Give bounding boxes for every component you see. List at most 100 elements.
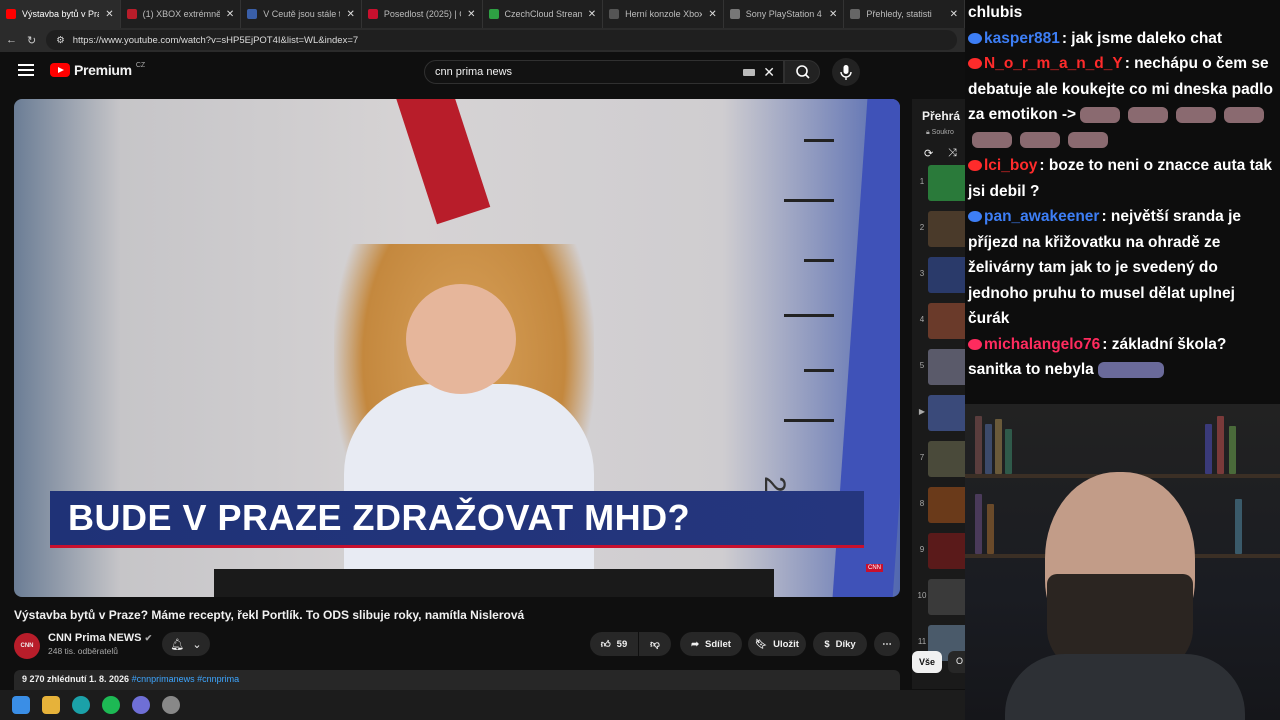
search-input[interactable]: cnn prima news ✕ xyxy=(424,60,784,84)
gauge-tick xyxy=(804,139,834,142)
site-info-icon[interactable]: ⚙ xyxy=(56,35,65,46)
file-explorer-icon[interactable] xyxy=(42,696,60,714)
youtube-logo[interactable]: Premium CZ xyxy=(50,62,145,78)
playlist-item[interactable]: 1 xyxy=(912,163,965,205)
chat-username[interactable]: michalangelo76 xyxy=(984,336,1100,353)
studio-red-stripe xyxy=(393,99,491,225)
filter-chip-other[interactable]: O xyxy=(948,651,965,673)
chat-username[interactable]: N_o_r_m_a_n_d_Y xyxy=(984,55,1123,72)
address-bar[interactable]: ⚙ https://www.youtube.com/watch?v=sHP5Ej… xyxy=(46,30,957,50)
edge-icon[interactable] xyxy=(72,696,90,714)
discord-icon[interactable] xyxy=(132,696,150,714)
tab-title: Sony PlayStation 4 Slim xyxy=(745,9,823,19)
chat-emote xyxy=(1068,132,1108,149)
thanks-button[interactable]: $ Díky xyxy=(813,632,867,656)
playlist-item[interactable]: 8 xyxy=(912,485,965,527)
playlist-item[interactable]: 5 xyxy=(912,347,965,389)
spotify-icon[interactable] xyxy=(102,696,120,714)
playlist-panel: Přehrá 🔒︎ Soukro ⟳ ⤨ 1 2 3 4 5 ▶ 7 8 9 10 11 xyxy=(912,99,965,689)
back-icon[interactable]: ← xyxy=(6,34,17,46)
playlist-item[interactable]: 10 xyxy=(912,577,965,619)
close-tab-icon[interactable]: ✕ xyxy=(467,9,475,20)
chat-badge-icon xyxy=(968,211,982,223)
windows-start-icon[interactable] xyxy=(12,696,30,714)
chat-username[interactable]: lci_boy xyxy=(984,157,1037,174)
browser-tab[interactable]: Posedlost (2025) | ČSFD. ✕ xyxy=(362,0,483,28)
share-label: Sdílet xyxy=(705,638,731,650)
browser-tab[interactable]: Výstavba bytů v Praze? M ✕ xyxy=(0,0,121,28)
playlist-item-index: 9 xyxy=(919,545,925,554)
playlist-thumbnail xyxy=(928,349,965,385)
close-tab-icon[interactable]: ✕ xyxy=(346,9,354,20)
playlist-item-index: ▶ xyxy=(918,407,926,416)
share-button[interactable]: ➦ Sdílet xyxy=(680,632,742,656)
browser-tab[interactable]: Sony PlayStation 4 Slim ✕ xyxy=(724,0,845,28)
reload-icon[interactable]: ↻ xyxy=(27,34,36,47)
playlist-privacy-text: Soukro xyxy=(931,129,954,136)
playlist-item[interactable]: 3 xyxy=(912,255,965,297)
playlist-item[interactable]: 2 xyxy=(912,209,965,251)
close-tab-icon[interactable]: ✕ xyxy=(950,9,958,20)
browser-tab[interactable]: Přehledy, statisti ✕ xyxy=(844,0,965,28)
close-tab-icon[interactable]: ✕ xyxy=(105,9,113,20)
voice-search-button[interactable] xyxy=(832,58,860,86)
description-box[interactable]: 9 270 zhlédnutí 1. 8. 2026 #cnnprimanews… xyxy=(14,670,900,690)
tab-title: CzechCloud Stream - W xyxy=(504,9,582,19)
playlist-item-index: 7 xyxy=(919,453,925,462)
menu-icon[interactable] xyxy=(18,64,34,76)
tab-favicon-icon xyxy=(367,9,378,19)
channel-avatar[interactable]: CNN xyxy=(14,633,40,659)
chat-username[interactable]: kasper881 xyxy=(984,30,1060,47)
loop-icon[interactable]: ⟳ xyxy=(924,147,933,160)
keyboard-icon[interactable] xyxy=(743,69,755,76)
close-tab-icon[interactable]: ✕ xyxy=(829,9,837,20)
search-button[interactable] xyxy=(784,60,820,84)
playlist-item[interactable]: 9 xyxy=(912,531,965,573)
tab-title: Herní konzole Xbox Seri xyxy=(625,9,703,19)
playlist-item[interactable]: 7 xyxy=(912,439,965,481)
browser-tab[interactable]: V Ceutě jsou stále tisíce ✕ xyxy=(241,0,362,28)
chat-emote xyxy=(1020,132,1060,149)
video-player[interactable]: 250 BUDE V PRAZE ZDRAŽOVAT MHD? CNN xyxy=(14,99,900,597)
app-icon[interactable] xyxy=(162,696,180,714)
chat-message: chlubis xyxy=(968,0,1276,26)
windows-taskbar xyxy=(0,690,965,720)
channel-name-text: CNN Prima NEWS xyxy=(48,632,142,644)
clear-search-icon[interactable]: ✕ xyxy=(763,64,775,81)
chat-emote xyxy=(1224,106,1265,123)
like-button[interactable]: 👍︎ 59 xyxy=(590,632,638,656)
book xyxy=(1229,426,1236,474)
chat-username[interactable]: pan_awakeener xyxy=(984,208,1099,225)
hashtags[interactable]: #cnnprimanews #cnnprima xyxy=(132,674,240,684)
playlist-item-index: 3 xyxy=(919,269,925,278)
playlist-item-index: 8 xyxy=(919,499,925,508)
channel-name[interactable]: CNN Prima NEWS ✔ xyxy=(48,632,152,644)
playlist-item[interactable]: ▶ xyxy=(912,393,965,435)
browser-tab[interactable]: Herní konzole Xbox Seri ✕ xyxy=(603,0,724,28)
chat-text: : jak jsme daleko chat xyxy=(1061,29,1223,47)
close-tab-icon[interactable]: ✕ xyxy=(588,9,596,20)
studio-desk xyxy=(214,569,774,597)
more-actions-button[interactable]: ⋯ xyxy=(874,632,900,656)
thanks-icon: $ xyxy=(824,638,830,650)
gauge-tick xyxy=(784,314,834,317)
browser-tab[interactable]: CzechCloud Stream - W ✕ xyxy=(483,0,604,28)
chat-text: : největší sranda je příjezd na křižovat… xyxy=(968,208,1242,327)
chat-badge-icon xyxy=(968,58,982,70)
playlist-thumbnail xyxy=(928,395,965,431)
shuffle-icon[interactable]: ⤨ xyxy=(948,147,957,160)
playlist-heading: Přehrá xyxy=(922,109,961,123)
filter-chip-all[interactable]: Vše xyxy=(912,651,942,673)
share-icon: ➦ xyxy=(691,638,700,650)
url-text: https://www.youtube.com/watch?v=sHP5EjPO… xyxy=(72,34,359,46)
playlist-item-index: 11 xyxy=(917,637,927,646)
tab-favicon-icon xyxy=(488,9,499,19)
close-tab-icon[interactable]: ✕ xyxy=(226,9,234,20)
chat-text: chlubis xyxy=(968,4,1023,21)
close-tab-icon[interactable]: ✕ xyxy=(708,9,716,20)
playlist-item[interactable]: 4 xyxy=(912,301,965,343)
dislike-button[interactable]: 👎︎ xyxy=(639,632,671,656)
browser-tab[interactable]: (1) XBOX extrémně zdra ✕ xyxy=(121,0,242,28)
subscription-bell-button[interactable]: 🔔︎ ⌄ xyxy=(162,632,210,656)
save-button[interactable]: 🔖︎ Uložit xyxy=(748,632,806,656)
